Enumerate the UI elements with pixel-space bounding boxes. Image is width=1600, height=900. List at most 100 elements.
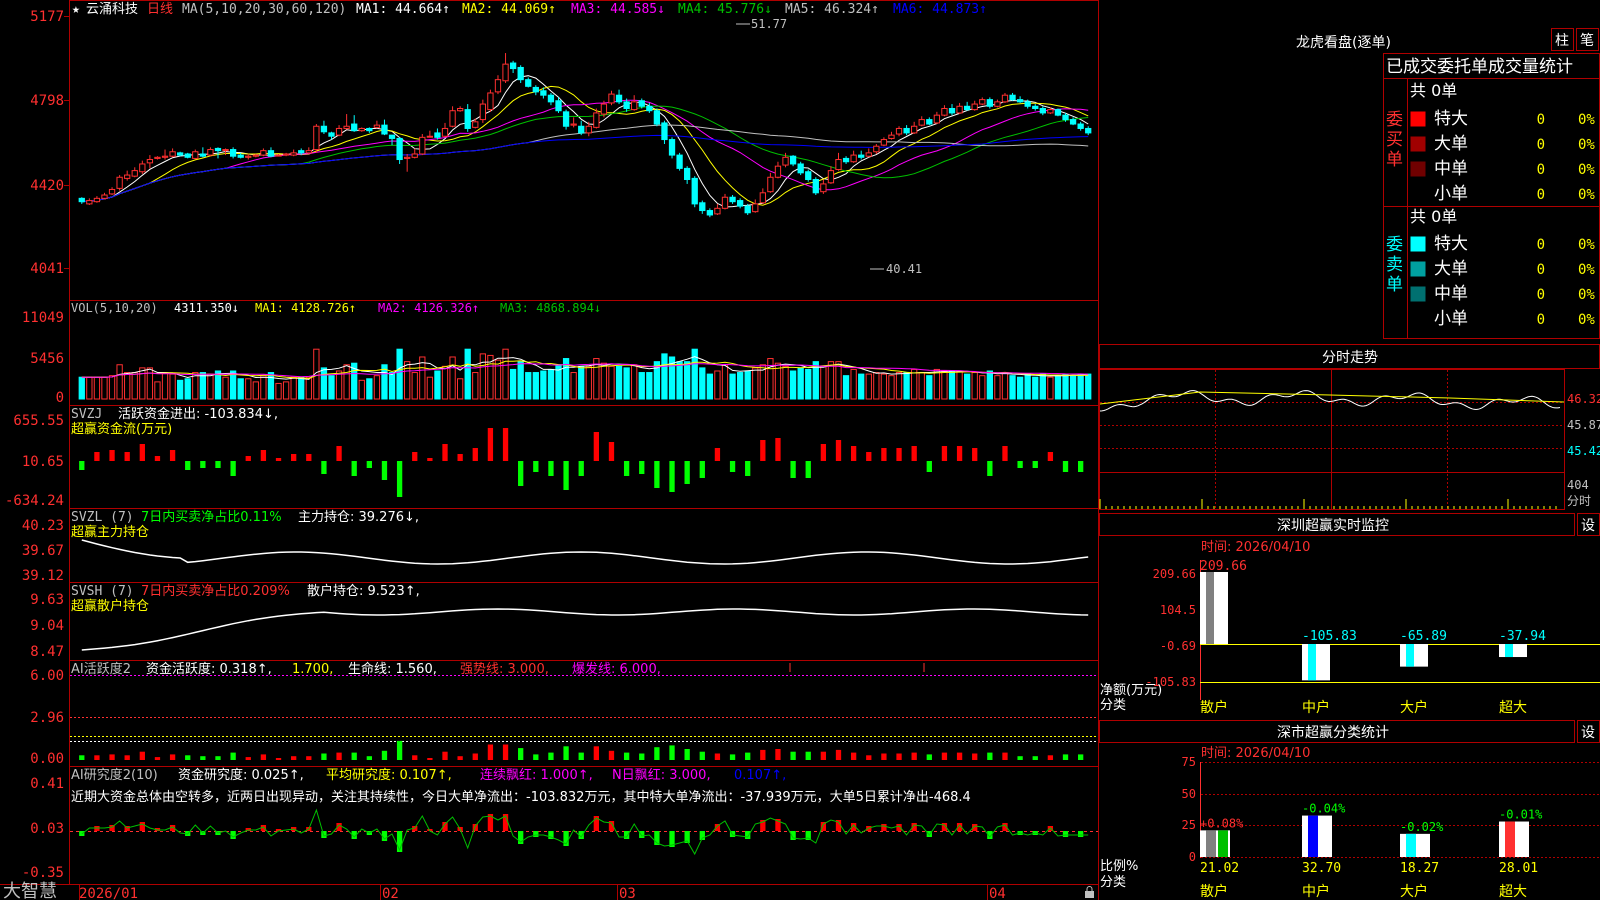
ai-active-bar bbox=[850, 752, 857, 760]
candle bbox=[101, 192, 108, 200]
volume-bar bbox=[456, 378, 464, 400]
svsh-line bbox=[81, 608, 1089, 651]
svzl-tick: 39.67 bbox=[22, 543, 64, 559]
volume-bar bbox=[888, 375, 895, 400]
pen-mode-button[interactable]: 笔 bbox=[1576, 28, 1599, 51]
candle bbox=[805, 169, 812, 182]
candle bbox=[161, 149, 169, 160]
class-settings-button[interactable]: 设 bbox=[1577, 720, 1600, 743]
right-panel: 龙虎看盘(逐单) 柱 笔 已成交委托单成交量统计 委买单 共 0单 特大 0 0%大… bbox=[1099, 28, 1600, 900]
vol-ma1: MA1: 4128.726↑ bbox=[255, 301, 356, 315]
buy-side-label: 委买单 bbox=[1386, 110, 1403, 170]
ai-active-bar bbox=[654, 747, 660, 760]
volume-bar bbox=[1047, 376, 1054, 400]
monitor-settings-button[interactable]: 设 bbox=[1577, 513, 1600, 536]
svzj-bar bbox=[321, 461, 327, 474]
candle bbox=[267, 147, 275, 158]
svzj-bar bbox=[972, 448, 978, 461]
ai-research-label: AI研究度2(10) bbox=[71, 767, 158, 783]
candle bbox=[207, 147, 214, 157]
class-ylabel: 比例% bbox=[1100, 859, 1138, 874]
ai-active-bar bbox=[502, 744, 509, 760]
ai-active-t3: 生命线: 1.560, bbox=[348, 661, 437, 677]
price-tick: 4798 bbox=[30, 93, 64, 109]
volume-bar bbox=[116, 364, 123, 400]
monitor-value: -105.83 bbox=[1302, 629, 1357, 644]
monitor-axis: 209.66 104.5 -0.69 -105.83 bbox=[1145, 567, 1196, 689]
stat-row-name: 小单 bbox=[1434, 309, 1468, 329]
volume-bar bbox=[903, 372, 910, 400]
candle bbox=[676, 152, 683, 171]
volume-bar bbox=[714, 370, 721, 400]
candle bbox=[366, 127, 373, 133]
volume-bar bbox=[373, 375, 381, 400]
lock-icon[interactable] bbox=[1085, 886, 1094, 899]
class-axis: 75 50 25 0 bbox=[1182, 755, 1196, 864]
stock-name: 云涌科技 bbox=[86, 2, 138, 17]
svzj-bar bbox=[1047, 452, 1054, 461]
class-value: 21.02 bbox=[1200, 861, 1239, 876]
ai-research-t5: 0.107↑, bbox=[734, 768, 786, 783]
svsh-text2: 散户持仓: 9.523↑, bbox=[307, 583, 420, 599]
svzj-bar bbox=[169, 450, 176, 461]
svzj-bar bbox=[760, 440, 766, 461]
candle bbox=[956, 102, 963, 115]
svzj-bar bbox=[457, 454, 463, 461]
stat-row: 中单 0 0% bbox=[1410, 159, 1595, 179]
candle bbox=[388, 134, 396, 146]
ai-active-bar bbox=[169, 754, 176, 760]
ai-active-bar bbox=[154, 757, 161, 760]
candle bbox=[154, 156, 161, 160]
candle bbox=[963, 101, 971, 111]
candle bbox=[873, 143, 880, 154]
ai-active-bar bbox=[215, 756, 221, 760]
ai-active-bar bbox=[548, 752, 554, 760]
intraday-price-line bbox=[1099, 390, 1561, 412]
svzl-text1: 7日内买卖净占比0.11% bbox=[141, 509, 282, 525]
candle bbox=[464, 104, 471, 132]
ai-active-bar bbox=[956, 752, 963, 760]
class-tick: 75 bbox=[1182, 755, 1196, 769]
vol-tick: 5456 bbox=[30, 351, 64, 367]
ai-research-bar bbox=[139, 822, 145, 831]
svzl-label: SVZL (7) bbox=[71, 510, 134, 525]
main-chart-area[interactable]: 5177 4798 4420 4041 ★ 云涌科技 日线 MA(5,10,20… bbox=[0, 0, 1600, 900]
volume-bar bbox=[154, 381, 161, 400]
bar-mode-button[interactable]: 柱 bbox=[1551, 28, 1574, 51]
monitor-bar: -37.94 超大 bbox=[1499, 629, 1546, 716]
svzj-bar bbox=[623, 461, 630, 476]
candle bbox=[880, 137, 888, 147]
ai-active-bar bbox=[866, 755, 872, 760]
ai-research-axis: 0.41 0.03 -0.35 bbox=[22, 776, 64, 881]
svzj-label: SVZJ bbox=[71, 407, 102, 422]
volume-bar bbox=[305, 376, 312, 400]
svzj-bar bbox=[366, 461, 372, 468]
candle bbox=[404, 153, 411, 172]
candle bbox=[169, 148, 176, 158]
svzj-bar bbox=[260, 450, 267, 461]
stat-row-pct: 0% bbox=[1578, 112, 1595, 128]
volume-bar bbox=[729, 373, 736, 400]
volume-bar bbox=[767, 358, 774, 400]
price-axis: 5177 4798 4420 4041 bbox=[30, 9, 64, 277]
svzj-bar bbox=[850, 446, 857, 461]
class-bars: +0.08%21.02散户-0.04%32.70中户-0.02%18.27大户-… bbox=[1200, 802, 1543, 900]
candle bbox=[351, 115, 358, 132]
svzj-bar bbox=[94, 452, 100, 461]
volume-bar bbox=[161, 372, 169, 400]
ai-active-t5: 爆发线: 6.000, bbox=[572, 661, 661, 677]
monitor-ylabel: 净额(万元) bbox=[1100, 683, 1162, 698]
candle bbox=[684, 166, 691, 184]
svzj-bar bbox=[518, 461, 524, 486]
svzj-bar bbox=[139, 444, 145, 461]
ai-active-bar bbox=[790, 751, 796, 760]
candle bbox=[827, 166, 835, 184]
stat-row-count: 0 bbox=[1537, 262, 1545, 278]
monitor-category: 散户 bbox=[1200, 699, 1228, 716]
candle bbox=[381, 119, 388, 136]
svzj-bar bbox=[745, 461, 751, 476]
svzj-bar bbox=[381, 461, 388, 480]
svzj-bar bbox=[154, 456, 161, 461]
candle bbox=[986, 97, 993, 109]
svzj-bar bbox=[1062, 461, 1069, 472]
